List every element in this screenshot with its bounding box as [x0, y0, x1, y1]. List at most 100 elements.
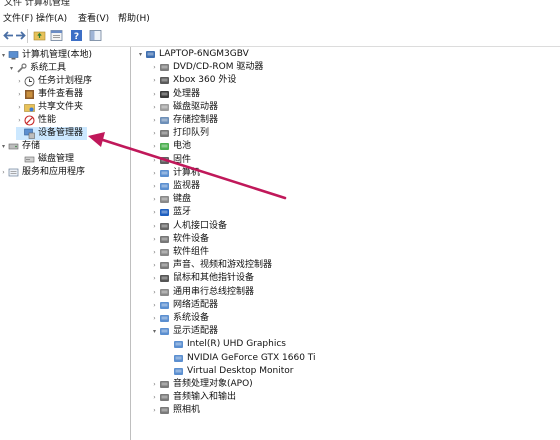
- display-adapter-icon: [174, 354, 183, 362]
- collapse-arrow-icon[interactable]: ▾: [151, 328, 158, 335]
- expand-arrow-icon[interactable]: ›: [151, 64, 158, 71]
- expand-arrow-icon[interactable]: ›: [151, 394, 158, 401]
- device-item[interactable]: Intel(R) UHD Graphics: [165, 338, 286, 351]
- collapse-arrow-icon[interactable]: ▾: [0, 52, 7, 59]
- device-tree-label: 监视器: [173, 181, 201, 191]
- expand-arrow-icon[interactable]: ›: [151, 196, 158, 203]
- tree-item-label: 任务计划程序: [38, 76, 93, 86]
- expand-arrow-icon[interactable]: ›: [151, 209, 158, 216]
- menu-bar: 文件(F) 操作(A) 查看(V) 帮助(H): [0, 8, 560, 26]
- device-category[interactable]: › 网络适配器: [151, 299, 218, 312]
- expand-arrow-icon[interactable]: ›: [151, 157, 158, 164]
- expand-arrow-icon[interactable]: ›: [151, 407, 158, 414]
- device-tree-label: 键盘: [173, 194, 192, 205]
- software-device-icon: [160, 235, 169, 243]
- device-tree-label: 存储控制器: [173, 115, 219, 125]
- menu-help[interactable]: 帮助(H): [118, 11, 150, 24]
- hid-icon: [160, 222, 169, 230]
- device-category[interactable]: › 计算机: [151, 167, 200, 180]
- event-viewer-icon: [25, 90, 34, 99]
- tree-item-label: 共享文件夹: [38, 102, 84, 112]
- menu-view[interactable]: 查看(V): [78, 11, 109, 24]
- expand-arrow-icon[interactable]: ›: [16, 117, 23, 124]
- tree-item-event-viewer[interactable]: › 事件查看器: [16, 88, 83, 101]
- device-category[interactable]: › 软件组件: [151, 246, 209, 259]
- properties-icon[interactable]: [50, 29, 63, 42]
- expand-arrow-icon[interactable]: ›: [151, 170, 158, 177]
- expand-arrow-icon[interactable]: ›: [151, 315, 158, 322]
- device-category[interactable]: › DVD/CD-ROM 驱动器: [151, 61, 263, 74]
- tree-root[interactable]: ▾ 计算机管理(本地): [0, 49, 92, 62]
- device-tree-label: 蓝牙: [173, 207, 192, 218]
- device-item[interactable]: NVIDIA GeForce GTX 1660 Ti: [165, 352, 316, 365]
- tree-item-shared-folders[interactable]: › 共享文件夹: [16, 101, 83, 114]
- expand-arrow-icon[interactable]: ›: [16, 78, 23, 85]
- device-category[interactable]: › 音频处理对象(APO): [151, 378, 252, 391]
- device-category[interactable]: › Xbox 360 外设: [151, 74, 236, 87]
- tree-item-services-apps[interactable]: › 服务和应用程序: [0, 166, 85, 179]
- device-category[interactable]: › 通用串行总线控制器: [151, 286, 254, 299]
- tree-item-system-tools[interactable]: ▾ 系统工具: [8, 62, 66, 75]
- menu-action[interactable]: 操作(A): [36, 11, 67, 24]
- bluetooth-icon: [160, 209, 169, 217]
- device-category[interactable]: › 监视器: [151, 180, 200, 193]
- device-category[interactable]: › 键盘: [151, 193, 191, 206]
- computer-icon: [160, 169, 169, 177]
- expand-arrow-icon[interactable]: ›: [151, 275, 158, 282]
- audio-io-icon: [160, 394, 169, 402]
- device-category[interactable]: › 固件: [151, 154, 191, 167]
- device-category[interactable]: › 人机接口设备: [151, 220, 227, 233]
- collapse-arrow-icon[interactable]: ▾: [8, 65, 15, 72]
- tree-item-disk-management[interactable]: 磁盘管理: [16, 153, 74, 166]
- expand-arrow-icon[interactable]: ›: [151, 130, 158, 137]
- monitor-icon: [160, 183, 169, 190]
- tree-item-performance[interactable]: › 性能: [16, 114, 56, 127]
- expand-arrow-icon[interactable]: ›: [151, 381, 158, 388]
- expand-arrow-icon[interactable]: ›: [151, 117, 158, 124]
- storage-controller-icon: [160, 117, 169, 124]
- device-category[interactable]: › 声音、视频和游戏控制器: [151, 259, 272, 272]
- expand-arrow-icon[interactable]: ›: [151, 143, 158, 150]
- device-category[interactable]: › 存储控制器: [151, 114, 218, 127]
- expand-arrow-icon[interactable]: ›: [151, 236, 158, 243]
- expand-arrow-icon[interactable]: ›: [151, 183, 158, 190]
- expand-arrow-icon[interactable]: ›: [151, 302, 158, 309]
- tree-item-storage[interactable]: ▾ 存储: [0, 140, 40, 153]
- expand-arrow-icon[interactable]: ›: [16, 104, 23, 111]
- expand-arrow-icon[interactable]: ›: [151, 104, 158, 111]
- expand-arrow-icon[interactable]: ›: [151, 262, 158, 269]
- collapse-arrow-icon[interactable]: ▾: [137, 51, 144, 58]
- device-category[interactable]: › 磁盘驱动器: [151, 101, 218, 114]
- performance-icon: [24, 115, 35, 126]
- help-icon[interactable]: ?: [70, 29, 83, 42]
- device-category[interactable]: › 打印队列: [151, 127, 209, 140]
- device-tree-label: 网络适配器: [173, 299, 219, 310]
- device-tree-label: 照相机: [173, 405, 201, 416]
- expand-arrow-icon[interactable]: ›: [151, 91, 158, 98]
- device-tree-root[interactable]: ▾ LAPTOP-6NGM3GBV: [137, 48, 249, 61]
- folder-up-icon[interactable]: [33, 29, 46, 42]
- tree-item-task-scheduler[interactable]: › 任务计划程序: [16, 75, 92, 88]
- expand-arrow-icon[interactable]: ›: [0, 169, 7, 176]
- device-category[interactable]: › 鼠标和其他指针设备: [151, 272, 254, 285]
- device-item[interactable]: Virtual Desktop Monitor: [165, 365, 293, 378]
- device-category[interactable]: › 音频输入和输出: [151, 391, 236, 404]
- device-category[interactable]: › 软件设备: [151, 233, 209, 246]
- collapse-arrow-icon[interactable]: ▾: [0, 143, 7, 150]
- forward-arrow-icon[interactable]: [14, 29, 27, 42]
- console-tree: ▾ 计算机管理(本地) ▾ 系统工具 › 任务计划程序 › 事件查看器 › 共享…: [0, 47, 130, 440]
- expand-arrow-icon[interactable]: ›: [151, 289, 158, 296]
- device-category[interactable]: › 照相机: [151, 404, 200, 417]
- device-category[interactable]: › 电池: [151, 140, 191, 153]
- tree-item-device-manager[interactable]: 设备管理器: [16, 127, 88, 140]
- device-category[interactable]: › 系统设备: [151, 312, 209, 325]
- expand-arrow-icon[interactable]: ›: [151, 77, 158, 84]
- expand-arrow-icon[interactable]: ›: [151, 249, 158, 256]
- show-hide-icon[interactable]: [89, 29, 102, 42]
- menu-file[interactable]: 文件(F): [3, 11, 33, 24]
- device-category[interactable]: › 处理器: [151, 88, 200, 101]
- expand-arrow-icon[interactable]: ›: [16, 91, 23, 98]
- expand-arrow-icon[interactable]: ›: [151, 223, 158, 230]
- device-category[interactable]: › 蓝牙: [151, 206, 191, 219]
- device-category[interactable]: ▾ 显示适配器: [151, 325, 218, 338]
